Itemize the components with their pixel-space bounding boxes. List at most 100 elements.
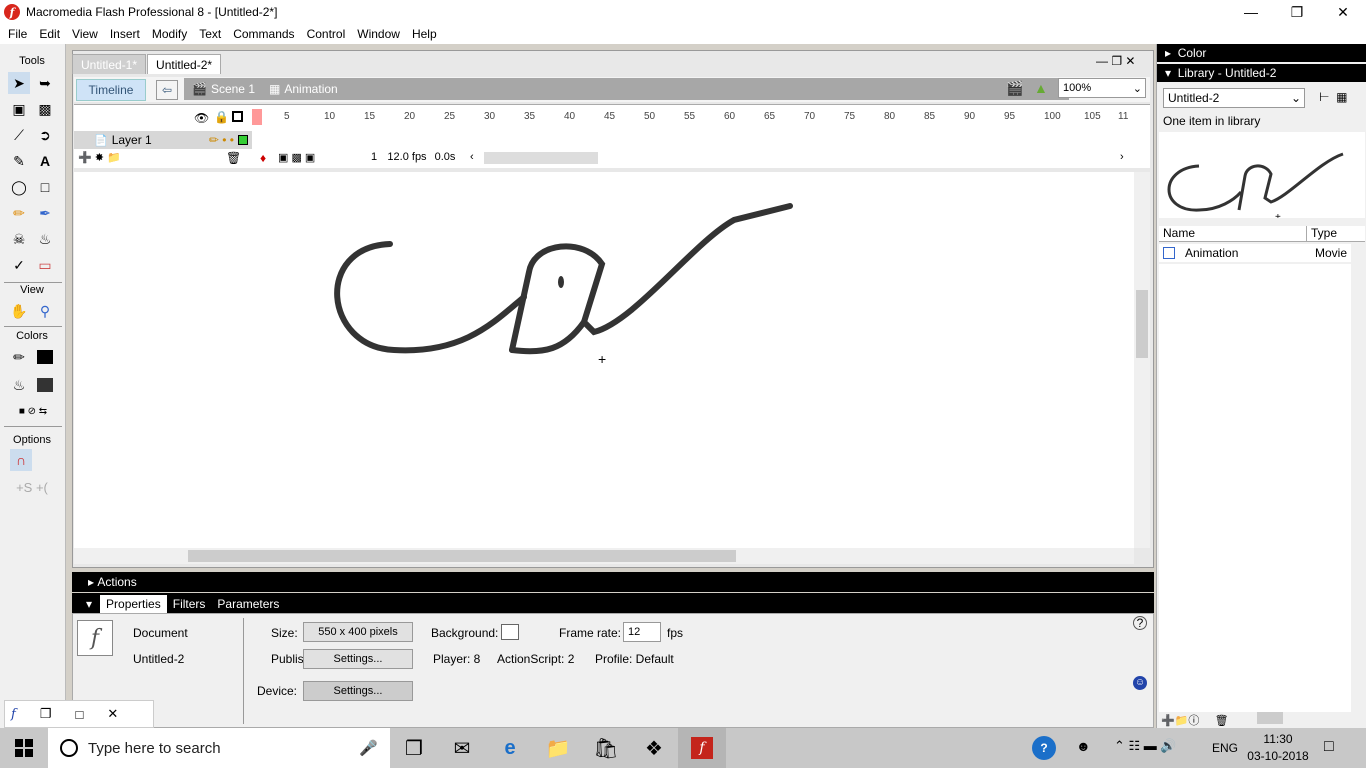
people-icon[interactable]: ☻ [1076, 738, 1091, 754]
free-transform-tool-icon[interactable]: ▣ [8, 98, 30, 120]
collapse-arrow-icon[interactable]: ▾ [86, 597, 92, 611]
color-panel-header[interactable]: ▸ Color [1157, 44, 1366, 62]
menu-window[interactable]: Window [351, 27, 406, 41]
microphone-icon[interactable]: 🎤 [359, 739, 378, 757]
pin-library-icon[interactable]: ⊢ ▦ [1319, 90, 1347, 104]
publish-settings-button[interactable]: Settings... [303, 649, 413, 669]
playhead-marker[interactable] [252, 109, 262, 125]
scroll-right-icon[interactable]: › [1120, 151, 1124, 163]
task-view-icon[interactable]: ❐ [390, 728, 438, 768]
text-tool-icon[interactable]: A [34, 150, 56, 172]
mail-icon[interactable]: ✉ [438, 728, 486, 768]
menu-help[interactable]: Help [406, 27, 443, 41]
outline-icon[interactable] [232, 111, 243, 122]
minimized-document-window[interactable]: f ❐ □ ✕ [4, 700, 154, 728]
tab-filters[interactable]: Filters [167, 595, 212, 613]
ink-bottle-tool-icon[interactable]: ☠ [8, 228, 30, 250]
drawing-canvas[interactable]: + [74, 172, 1134, 548]
snap-to-objects-icon[interactable]: ∩ [10, 449, 32, 471]
tab-untitled-2[interactable]: Untitled-2* [147, 54, 222, 74]
smooth-straighten-icon[interactable]: +S +( [8, 476, 56, 498]
selection-tool-icon[interactable]: ➤ [8, 72, 30, 94]
layer-row[interactable]: 📄 Layer 1 ✏ • • [74, 131, 252, 149]
name-column-header[interactable]: Name [1159, 226, 1307, 241]
eyedropper-tool-icon[interactable]: ✓ [8, 254, 30, 276]
pencil-tool-icon[interactable]: ✏ [8, 202, 30, 224]
timeline-scroll-thumb[interactable] [484, 152, 598, 164]
library-dropdown[interactable]: Untitled-2 ⌄ [1163, 88, 1305, 108]
store-icon[interactable]: 🛍 [582, 728, 630, 768]
layer-name[interactable]: Layer 1 [112, 133, 152, 147]
mini-restore-icon[interactable]: ❐ [40, 706, 52, 722]
minimize-button[interactable]: — [1228, 0, 1274, 24]
start-button[interactable] [0, 728, 48, 768]
accessibility-icon[interactable]: ☺ [1133, 676, 1147, 690]
language-indicator[interactable]: ENG [1212, 741, 1238, 755]
restore-button[interactable]: ❐ [1274, 0, 1320, 24]
hscroll-thumb[interactable] [188, 550, 736, 562]
stroke-color-swatch[interactable] [37, 350, 53, 364]
menu-file[interactable]: File [2, 27, 33, 41]
onion-skin-icons[interactable]: ▣ ▩ ▣ [278, 151, 315, 164]
eraser-tool-icon[interactable]: ▭ [34, 254, 56, 276]
size-button[interactable]: 550 x 400 pixels [303, 622, 413, 642]
menu-text[interactable]: Text [193, 27, 227, 41]
gradient-transform-tool-icon[interactable]: ▩ [34, 98, 56, 120]
scene-link[interactable]: Scene 1 [211, 82, 255, 96]
clock-date[interactable]: 03-10-2018 [1244, 749, 1312, 763]
taskbar-search[interactable]: Type here to search 🎤 [48, 728, 390, 768]
library-panel-header[interactable]: ▾ Library - Untitled-2 [1157, 64, 1366, 82]
swap-colors-icon[interactable]: ■ ⊘ ⇆ [6, 400, 60, 422]
library-vertical-scrollbar[interactable] [1351, 244, 1365, 704]
menu-insert[interactable]: Insert [104, 27, 146, 41]
rectangle-tool-icon[interactable]: □ [34, 176, 56, 198]
paint-bucket-tool-icon[interactable]: ♨ [34, 228, 56, 250]
notifications-icon[interactable]: □ [1324, 738, 1334, 756]
vscroll-thumb[interactable] [1136, 290, 1148, 358]
delete-layer-icon[interactable]: 🗑 [226, 151, 241, 165]
background-color-swatch[interactable] [501, 624, 519, 640]
center-frame-icon[interactable]: ♦ [260, 151, 266, 165]
stage-vertical-scrollbar[interactable] [1134, 172, 1150, 548]
stage-horizontal-scrollbar[interactable] [74, 548, 1134, 564]
device-settings-button[interactable]: Settings... [303, 681, 413, 701]
mini-maximize-icon[interactable]: □ [75, 707, 83, 722]
edit-symbols-icon[interactable]: ▲ [1034, 80, 1048, 96]
zoom-select[interactable]: 100% ⌄ [1058, 78, 1146, 98]
line-tool-icon[interactable]: ⟋ [8, 124, 30, 146]
menu-commands[interactable]: Commands [227, 27, 300, 41]
clock-time[interactable]: 11:30 [1248, 732, 1308, 746]
zoom-tool-icon[interactable]: ⚲ [34, 300, 56, 322]
type-column-header[interactable]: Type [1307, 226, 1337, 241]
edge-browser-icon[interactable]: e [486, 728, 534, 768]
edit-scene-icon[interactable]: 🎬 [1006, 80, 1023, 97]
help-tray-icon[interactable]: ? [1032, 736, 1056, 760]
help-icon[interactable]: ? [1133, 616, 1147, 630]
fill-color-swatch[interactable] [37, 378, 53, 392]
actions-panel-header[interactable]: ▸ Actions [72, 572, 1154, 592]
back-arrow-icon[interactable]: ⇦ [156, 79, 178, 100]
menu-edit[interactable]: Edit [33, 27, 66, 41]
tray-icons[interactable]: ⌃ ☷ ▬ 🔊 [1114, 738, 1177, 754]
lasso-tool-icon[interactable]: ➲ [34, 124, 56, 146]
menu-control[interactable]: Control [301, 27, 352, 41]
layer-color-swatch[interactable] [238, 135, 248, 145]
subselection-tool-icon[interactable]: ➥ [34, 72, 56, 94]
frame-rate-input[interactable]: 12 [623, 622, 661, 642]
library-footer-icons[interactable]: ➕📁ⓘ 🗑 [1161, 712, 1229, 728]
hand-tool-icon[interactable]: ✋ [8, 300, 30, 322]
close-button[interactable]: ✕ [1320, 0, 1366, 24]
pen-tool-icon[interactable]: ✎ [8, 150, 30, 172]
menu-view[interactable]: View [66, 27, 104, 41]
oval-tool-icon[interactable]: ◯ [8, 176, 30, 198]
flash-taskbar-icon[interactable]: f [678, 728, 726, 768]
tab-properties[interactable]: Properties [100, 595, 167, 613]
doc-window-controls[interactable]: — ❐ ✕ [1096, 54, 1135, 68]
tab-untitled-1[interactable]: Untitled-1* [72, 54, 147, 74]
stroke-color-icon[interactable]: ✏ [8, 346, 30, 368]
fill-color-icon[interactable]: ♨ [8, 374, 30, 396]
scroll-left-icon[interactable]: ‹ [470, 151, 474, 163]
lock-icon[interactable]: 🔒 [214, 110, 229, 124]
brush-tool-icon[interactable]: ✒ [34, 202, 56, 224]
eye-icon[interactable]: 👁 [194, 111, 209, 125]
